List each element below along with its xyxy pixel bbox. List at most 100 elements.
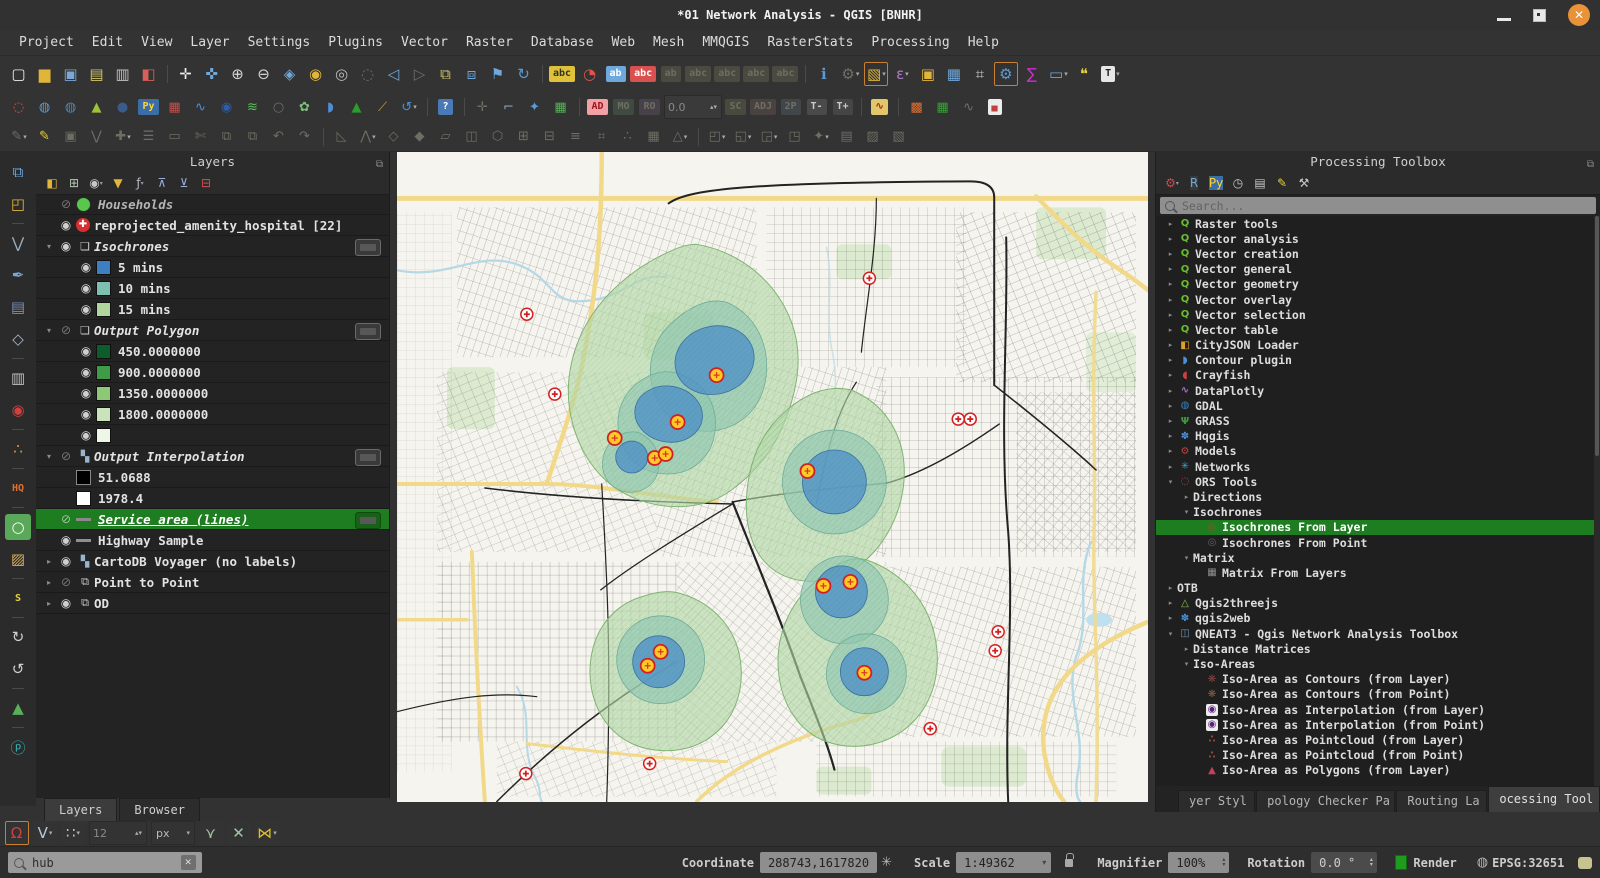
expand-arrow-icon[interactable]: ▸ (1180, 493, 1193, 501)
sld4raster-button[interactable]: ▩ (905, 95, 929, 119)
magnifier-spinbox[interactable]: 100% (1168, 852, 1229, 873)
copy-features-button[interactable]: ⧉ (215, 125, 239, 149)
zoom-to-layer-button[interactable]: ◎ (330, 62, 354, 86)
ors-route-button[interactable]: ∿ (868, 95, 892, 119)
delete-ring-button[interactable]: ≡ (564, 125, 588, 149)
algorithm-row[interactable]: ▾ ◫ QNEAT3 - Qgis Network Analysis Toolb… (1156, 626, 1594, 641)
rotation-spinbox[interactable]: 0.0 ° (1311, 852, 1377, 873)
expand-arrow-icon[interactable]: ▾ (1164, 478, 1177, 486)
snapping-mode-button[interactable]: V▾ (33, 821, 57, 845)
deselect-features-button[interactable]: ▣ (916, 62, 940, 86)
algorithm-row[interactable]: ▸ ✳ Networks (1156, 459, 1594, 474)
menu-item[interactable]: View (132, 30, 181, 56)
topological-editing-button[interactable]: ⋎ (199, 821, 223, 845)
rectangle-tool-button[interactable]: ▤ (835, 125, 859, 149)
map-tips-button[interactable]: ❝ (1072, 62, 1096, 86)
pan-to-selection-button[interactable]: ✜ (200, 62, 224, 86)
filter-by-expression-button[interactable]: ƒ▾ (130, 174, 150, 192)
algorithm-row[interactable]: ∴ Iso-Area as Pointcloud (from Layer) (1156, 732, 1594, 747)
expand-arrow-icon[interactable]: ▸ (42, 557, 56, 566)
lock-scale-icon[interactable] (1065, 859, 1073, 867)
new-map-view-button[interactable]: ⧉ (434, 62, 458, 86)
layer-row[interactable]: ◉ 450.0000000 (36, 341, 389, 362)
toolbar-separator[interactable] (898, 98, 899, 116)
metasearch-button[interactable]: ◍ (59, 95, 83, 119)
dataplotly-button[interactable]: ∿ (189, 95, 213, 119)
vsep[interactable] (5, 356, 31, 361)
expand-arrow-icon[interactable]: ▸ (1164, 250, 1177, 258)
digitizing-value-spin[interactable]: 0.0▴▾ (664, 95, 722, 119)
messages-icon[interactable] (1578, 857, 1592, 869)
expand-arrow-icon[interactable]: ▸ (42, 578, 56, 587)
copy-move-feature-button[interactable]: ◆ (408, 125, 432, 149)
models-menu-button[interactable]: ⚙▾ (1162, 174, 1182, 192)
unplaced-labels-button[interactable]: abc (772, 62, 799, 86)
ro-constraint-button[interactable]: RO (638, 95, 662, 119)
menu-item[interactable]: Settings (239, 30, 320, 56)
algorithm-row[interactable]: ▸ OTB (1156, 581, 1594, 596)
menu-item[interactable]: RasterStats (758, 30, 862, 56)
merge-features-button[interactable]: ◰▾ (705, 125, 729, 149)
layer-row[interactable]: ▾ ◉ ❏ Isochrones (36, 236, 389, 257)
vsep[interactable] (5, 725, 31, 730)
clear-search-icon[interactable]: ✕ (181, 855, 196, 870)
expand-arrow-icon[interactable]: ▸ (1164, 402, 1177, 410)
visibility-eye-icon[interactable]: ◉ (76, 302, 96, 316)
advanced-digitizing-button[interactable]: AD (586, 95, 610, 119)
layer-row[interactable]: ◉ 1800.0000000 (36, 404, 389, 425)
mmqgis-button[interactable]: ▦ (163, 95, 187, 119)
toolbar-separator[interactable] (805, 65, 806, 83)
split-features-button[interactable]: △▾ (668, 125, 692, 149)
highlight-pinned-labels-button[interactable]: abc (630, 62, 657, 86)
add-part-button[interactable]: ⊞ (512, 125, 536, 149)
edit-features-in-place-button[interactable]: ✎ (1272, 174, 1292, 192)
t-minus-button[interactable]: T- (805, 95, 829, 119)
menu-item[interactable]: Vector (392, 30, 457, 56)
dock-tab[interactable]: pology Checker Pa (1256, 790, 1395, 812)
statistical-summary-button[interactable]: ∑ (1020, 62, 1044, 86)
algorithm-row[interactable]: ◉ Iso-Area as Interpolation (from Point) (1156, 717, 1594, 732)
panel-float-icon[interactable]: ⧉ (1587, 155, 1594, 175)
snapping-type-button[interactable]: ∷▾ (61, 821, 85, 845)
locator-input[interactable] (30, 855, 175, 871)
feather-tool[interactable]: ✒ (5, 262, 31, 288)
python-console-button[interactable]: Py (137, 95, 161, 119)
dock-tab[interactable]: Routing La (1396, 790, 1487, 812)
algorithm-row[interactable]: ▸ ✽ qgis2web (1156, 611, 1594, 626)
pipe-tool-button[interactable]: ⌐ (497, 95, 521, 119)
field-calculator-button[interactable]: ⌗ (968, 62, 992, 86)
panel-float-icon[interactable]: ⧉ (376, 155, 383, 175)
change-label-button[interactable]: abc (714, 62, 741, 86)
style-manager-button[interactable]: ◧ (137, 62, 161, 86)
redo-button[interactable]: ↷ (293, 125, 317, 149)
layer-row[interactable]: ◉ 10 mins (36, 278, 389, 299)
open-project-button[interactable]: ▆ (33, 62, 57, 86)
openlayers-plugin-button[interactable]: ● (111, 95, 135, 119)
visibility-eye-icon[interactable]: ◉ (76, 386, 96, 400)
rotate-label-button[interactable]: abc (685, 62, 712, 86)
profile-plot-button[interactable]: ∿ (957, 95, 981, 119)
toolbar-separator[interactable] (323, 128, 324, 146)
algorithm-row[interactable]: ▸ Q Vector analysis (1156, 231, 1594, 246)
rotate-symbols-button[interactable]: ◲▾ (757, 125, 781, 149)
algorithm-row[interactable]: ▸ △ Qgis2threejs (1156, 596, 1594, 611)
scale-combobox[interactable]: 1:49362 (956, 852, 1051, 873)
layer-labeling-button[interactable]: abc (549, 62, 576, 86)
algorithm-row[interactable]: ▸ Distance Matrices (1156, 641, 1594, 656)
expand-arrow-icon[interactable]: ▸ (1164, 584, 1177, 592)
r-scripts-button[interactable]: R (1184, 174, 1204, 192)
search-tool[interactable]: ○ (5, 514, 31, 540)
toolbar-separator[interactable] (427, 98, 428, 116)
diagonal-tool-button[interactable]: ▧ (887, 125, 911, 149)
algorithm-row[interactable]: ❋ Iso-Area as Contours (from Point) (1156, 687, 1594, 702)
expand-arrow-icon[interactable]: ▾ (1180, 660, 1193, 668)
layer-row[interactable]: ▸ ◉ ▚ CartoDB Voyager (no labels) (36, 551, 389, 572)
expand-arrow-icon[interactable]: ▸ (1164, 220, 1177, 228)
maximize-button[interactable] (1533, 9, 1546, 22)
table-add-button[interactable]: ▦ (931, 95, 955, 119)
toolbar-separator[interactable] (167, 65, 168, 83)
feature-form-button[interactable]: ☰ (137, 125, 161, 149)
layer-row[interactable]: 1978.4 (36, 488, 389, 509)
algorithm-row[interactable]: ▸ ◍ GDAL (1156, 398, 1594, 413)
visibility-eye-icon[interactable]: ◉ (76, 428, 96, 442)
